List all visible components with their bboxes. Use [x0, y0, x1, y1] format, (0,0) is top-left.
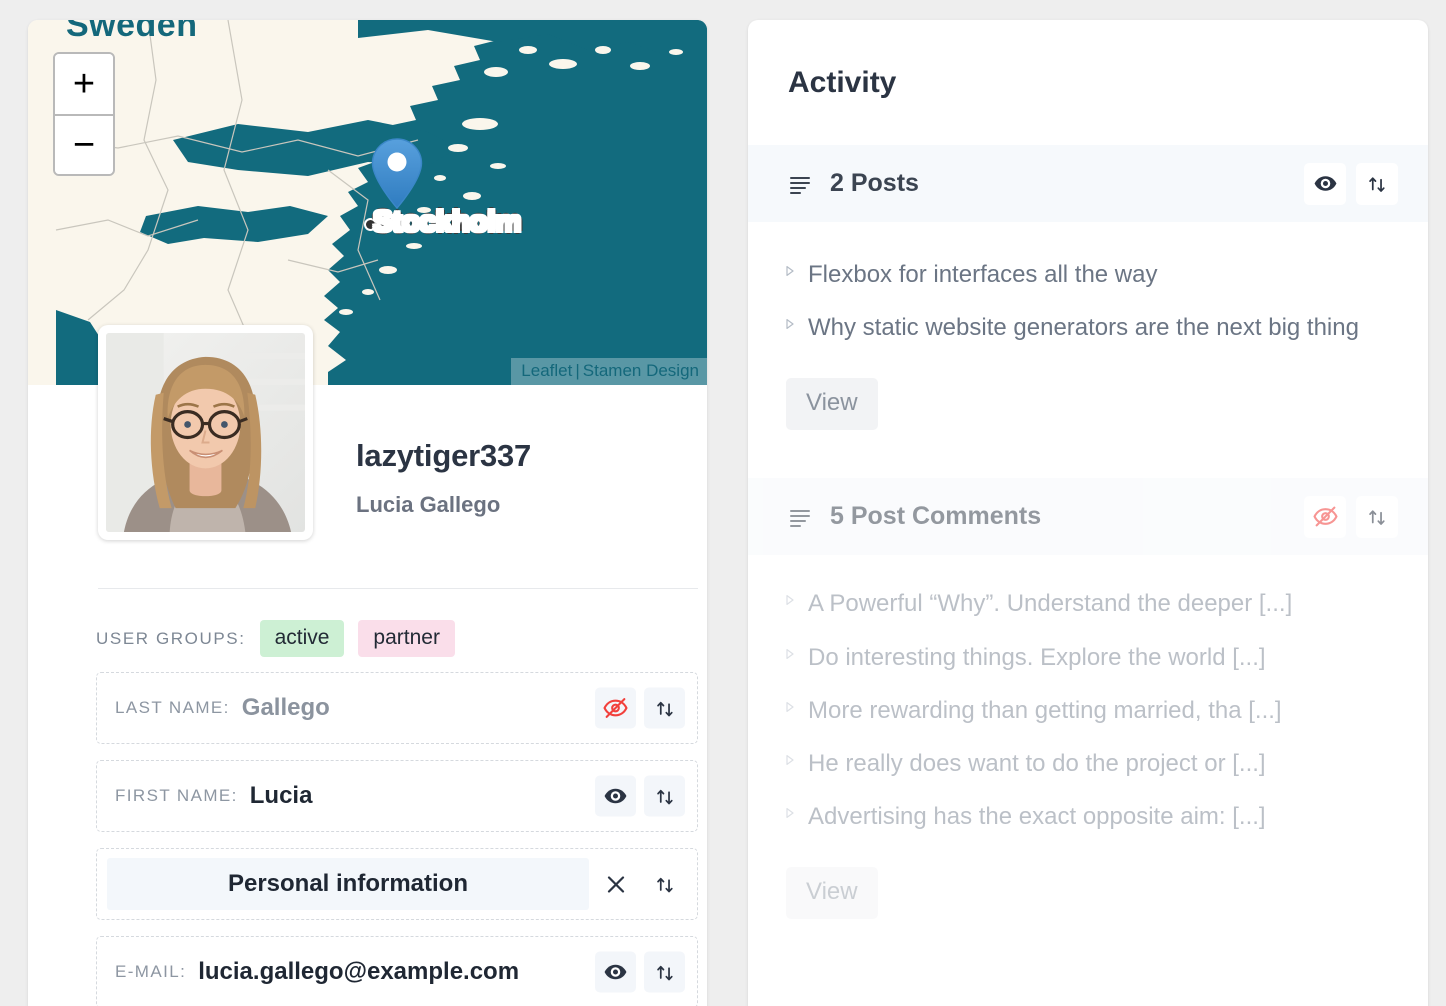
username: lazytiger337 — [356, 438, 532, 473]
view-comments-button[interactable]: View — [786, 867, 878, 920]
attribute-list: Last name: Gallego — [96, 672, 698, 1006]
attribute-actions — [595, 687, 685, 729]
map-attribution: Leaflet | Stamen Design — [511, 358, 707, 385]
list-item-label: He really does want to do the project or… — [808, 749, 1266, 777]
list-item-label: Do interesting things. Explore the world… — [808, 643, 1266, 671]
list-item-label: Why static website generators are the ne… — [808, 314, 1359, 342]
list-item[interactable]: More rewarding than getting married, tha… — [786, 692, 1388, 729]
sort-arrows-icon — [1369, 176, 1385, 192]
close-icon-button[interactable] — [595, 864, 636, 905]
eye-icon-button[interactable] — [595, 775, 636, 817]
activity-section-header-comments[interactable]: 5 Post Comments — [748, 478, 1428, 556]
activity-title: Activity — [788, 66, 897, 99]
activity-section-body-posts: Flexbox for interfaces all the way Why s… — [748, 222, 1428, 431]
attribute-row-personal-information[interactable]: Personal information — [96, 848, 698, 920]
activity-section-heading-posts: 2 Posts — [830, 169, 919, 197]
eye-off-icon — [603, 698, 628, 718]
attribute-actions — [595, 775, 685, 817]
activity-section-actions — [1304, 162, 1398, 205]
section-banner-label: Personal information — [107, 858, 589, 910]
full-name: Lucia Gallego — [356, 492, 501, 517]
avatar-image — [106, 333, 305, 532]
attribute-actions — [595, 864, 685, 905]
triangle-bullet-icon — [786, 808, 794, 819]
list-item[interactable]: Why static website generators are the ne… — [786, 309, 1388, 346]
sort-arrows-button[interactable] — [644, 775, 685, 817]
map-location-pin-icon[interactable] — [371, 138, 423, 210]
sort-arrows-button[interactable] — [644, 864, 685, 905]
map-city-label: Stockholm — [373, 206, 522, 238]
eye-icon-button[interactable] — [595, 951, 636, 993]
activity-section-heading-comments: 5 Post Comments — [830, 502, 1042, 531]
user-group-badge-partner[interactable]: partner — [358, 620, 455, 657]
activity-section-body-comments: A Powerful “Why”. Understand the deeper … — [748, 555, 1428, 920]
list-item-label: Advertising has the exact opposite aim: … — [808, 803, 1266, 831]
triangle-bullet-icon — [786, 701, 794, 712]
triangle-bullet-icon — [786, 648, 794, 659]
eye-icon — [1314, 176, 1336, 191]
attribution-separator: | — [575, 361, 580, 380]
divider — [98, 588, 698, 589]
list-item-label: A Powerful “Why”. Understand the deeper … — [808, 590, 1293, 618]
sort-arrows-icon — [656, 877, 673, 892]
triangle-bullet-icon — [786, 595, 794, 606]
map-zoom-control[interactable]: + − — [53, 52, 115, 176]
sort-arrows-icon — [656, 965, 673, 980]
user-groups-label: User groups: — [96, 628, 246, 648]
attribute-row-first-name[interactable]: First name: Lucia — [96, 760, 698, 832]
profile-card: Sweden + − Stockholm Leaflet | Stamen De… — [28, 20, 707, 1006]
stamen-design-link[interactable]: Stamen Design — [583, 361, 699, 380]
attribute-value-first-name: Lucia — [249, 782, 313, 809]
eye-icon — [604, 788, 627, 804]
activity-section-actions — [1304, 495, 1398, 538]
identity-block: lazytiger337 Lucia Gallego — [356, 438, 531, 518]
user-groups-row: User groups: active partner — [96, 620, 455, 657]
eye-off-icon-button[interactable] — [595, 687, 636, 729]
attribute-value-email: lucia.gallego@example.com — [198, 958, 520, 985]
sort-arrows-icon — [656, 789, 673, 804]
sort-arrows-button[interactable] — [1356, 162, 1398, 205]
list-item[interactable]: A Powerful “Why”. Understand the deeper … — [786, 585, 1388, 622]
avatar[interactable] — [98, 325, 313, 540]
attribute-value-last-name: Gallego — [241, 694, 330, 721]
attribute-key-last-name: Last name: — [115, 698, 230, 717]
activity-card: Activity 2 Posts Flexbox for interfaces … — [748, 20, 1428, 1006]
triangle-bullet-icon — [786, 266, 794, 276]
list-item[interactable]: He really does want to do the project or… — [786, 745, 1388, 782]
sort-arrows-button[interactable] — [1356, 495, 1398, 538]
activity-section-header-posts[interactable]: 2 Posts — [748, 145, 1428, 222]
eye-icon-button[interactable] — [1304, 162, 1346, 205]
view-posts-button[interactable]: View — [786, 378, 878, 431]
user-group-badge-active[interactable]: active — [259, 620, 345, 657]
list-item[interactable]: Advertising has the exact opposite aim: … — [786, 798, 1388, 835]
attribute-key-email: E-mail: — [115, 962, 187, 981]
attribute-actions — [595, 951, 685, 993]
attribute-key-first-name: First name: — [115, 786, 238, 805]
attribute-row-last-name[interactable]: Last name: Gallego — [96, 672, 698, 744]
sort-arrows-button[interactable] — [644, 687, 685, 729]
sort-arrows-button[interactable] — [644, 951, 685, 993]
triangle-bullet-icon — [786, 319, 794, 330]
close-icon — [607, 875, 624, 893]
list-icon — [788, 505, 812, 529]
map-zoom-out-button[interactable]: − — [55, 114, 113, 174]
eye-off-icon-button[interactable] — [1304, 495, 1346, 538]
list-icon — [788, 172, 812, 196]
sort-arrows-icon — [656, 701, 673, 716]
page-root: Sweden + − Stockholm Leaflet | Stamen De… — [0, 0, 1446, 1006]
list-item[interactable]: Flexbox for interfaces all the way — [786, 256, 1388, 293]
list-item[interactable]: Do interesting things. Explore the world… — [786, 639, 1388, 676]
list-item-label: Flexbox for interfaces all the way — [808, 261, 1158, 288]
leaflet-link[interactable]: Leaflet — [521, 361, 572, 380]
eye-off-icon — [1312, 506, 1338, 527]
sort-arrows-icon — [1369, 510, 1385, 525]
triangle-bullet-icon — [786, 754, 794, 765]
attribute-row-email[interactable]: E-mail: lucia.gallego@example.com — [96, 936, 698, 1006]
map-zoom-in-button[interactable]: + — [55, 54, 113, 114]
list-item-label: More rewarding than getting married, tha… — [808, 696, 1282, 724]
eye-icon — [604, 964, 627, 980]
